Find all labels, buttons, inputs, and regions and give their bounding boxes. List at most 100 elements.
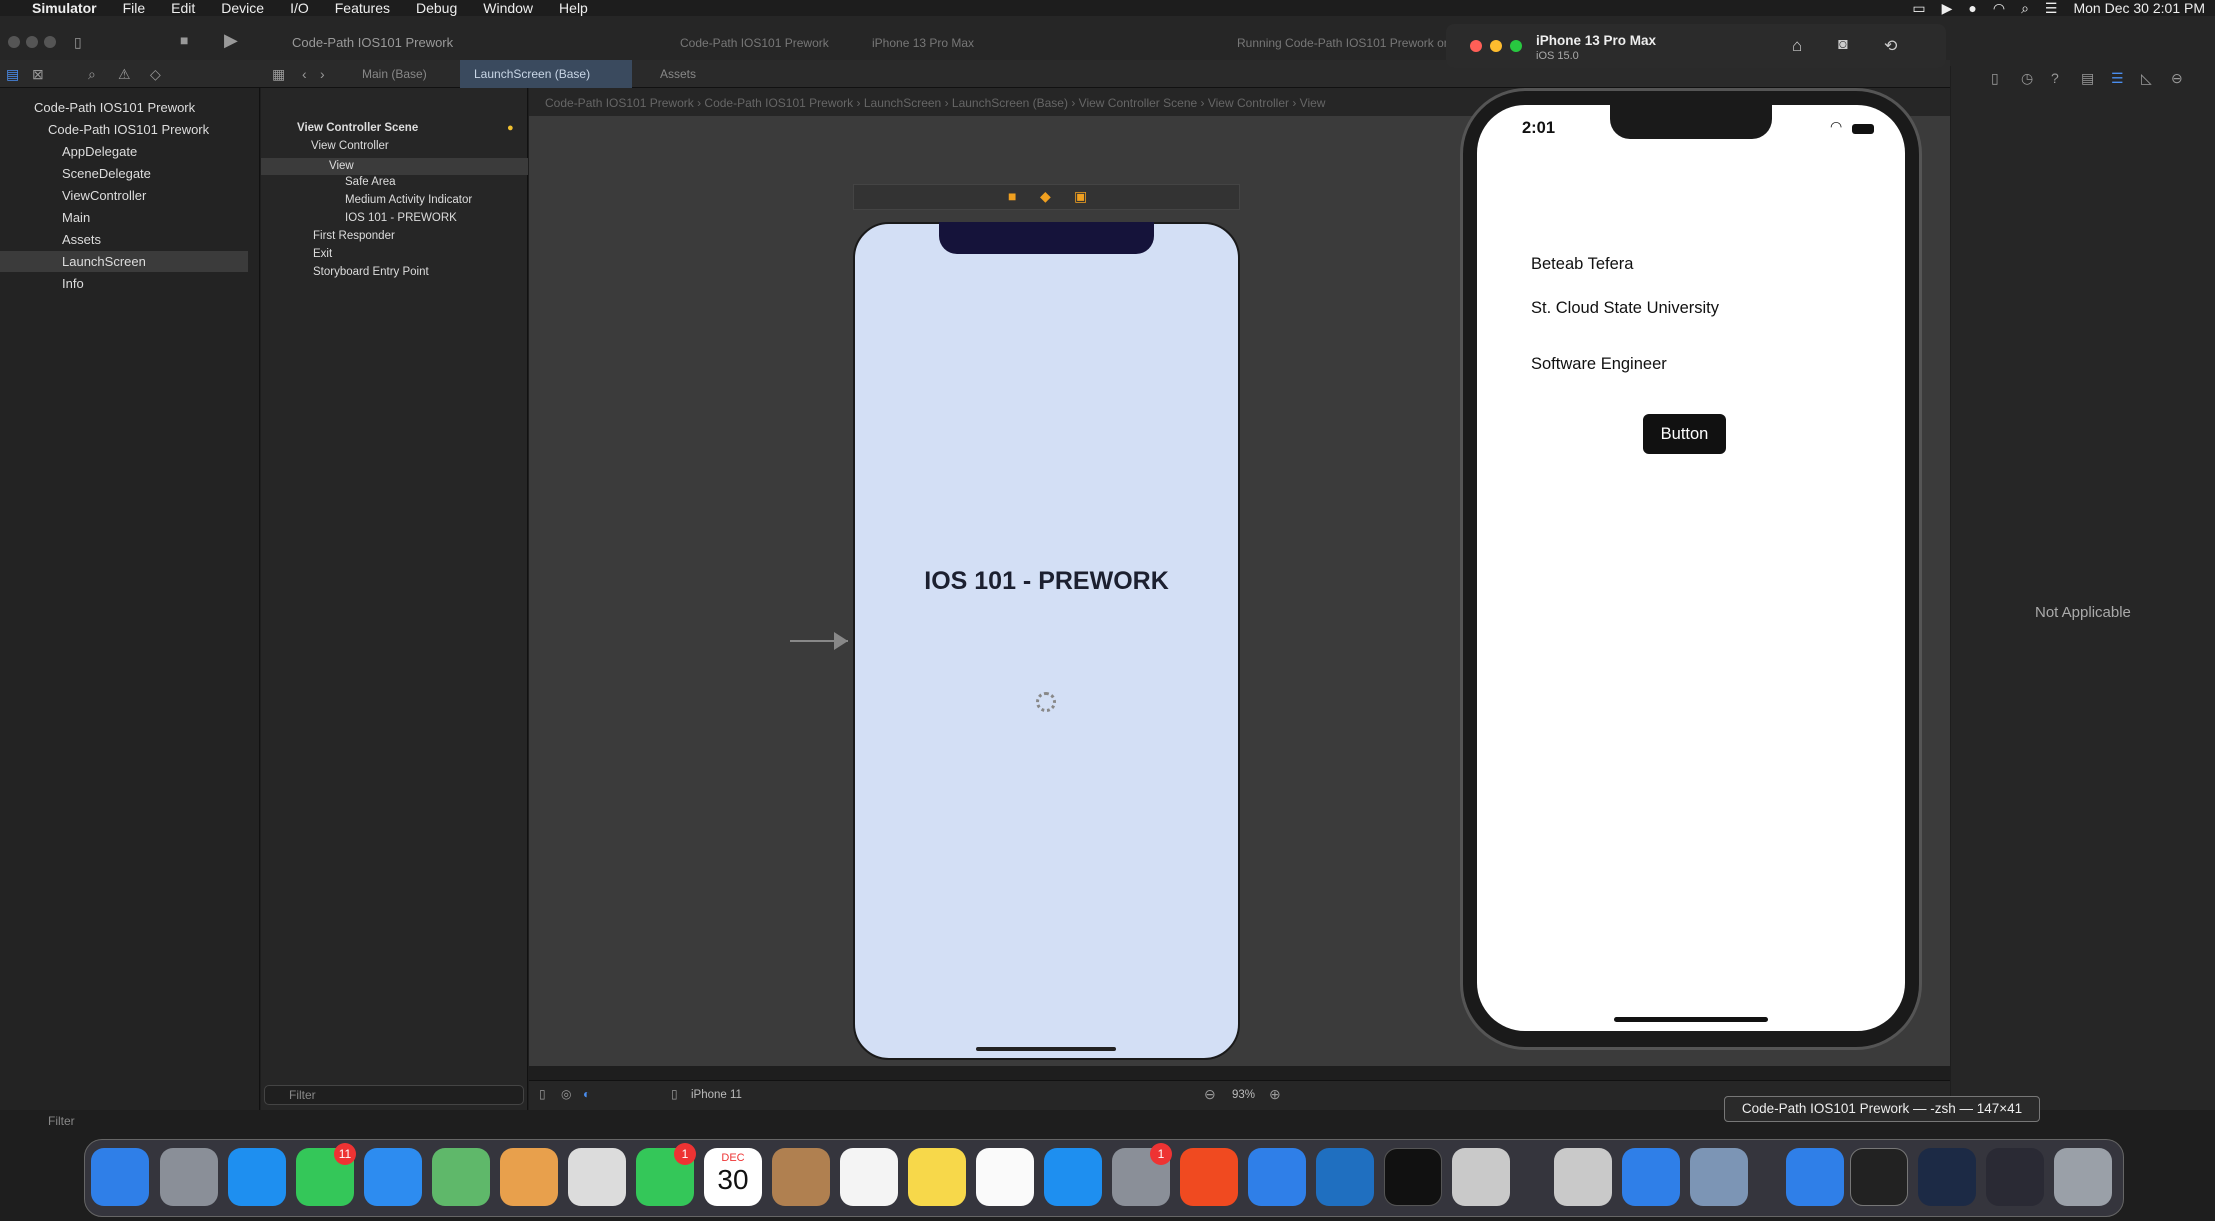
- zoom-out-icon[interactable]: ⊖: [1204, 1086, 1216, 1103]
- play-icon[interactable]: ▶: [1942, 0, 1953, 17]
- outline-safe-area[interactable]: Safe Area: [345, 176, 396, 188]
- search-icon[interactable]: ⌕: [2021, 0, 2029, 17]
- calendar-icon[interactable]: DEC 30: [704, 1148, 762, 1206]
- tab-main-base[interactable]: Main (Base): [348, 60, 441, 88]
- run-icon[interactable]: ▶: [224, 30, 238, 51]
- finder-icon[interactable]: [91, 1148, 149, 1206]
- first-responder-icon[interactable]: ◆: [1040, 188, 1051, 205]
- home-icon[interactable]: ⌂: [1792, 36, 1802, 56]
- user-icon[interactable]: ●: [1968, 0, 1976, 16]
- simulator-home-indicator[interactable]: [1614, 1017, 1768, 1022]
- notes-icon[interactable]: [908, 1148, 966, 1206]
- screenshot-icon[interactable]: ◙: [1838, 36, 1848, 54]
- jump-bar-item[interactable]: LaunchScreen (Base): [952, 96, 1068, 110]
- reminders-icon[interactable]: [840, 1148, 898, 1206]
- menu-file[interactable]: File: [123, 0, 146, 16]
- back-icon[interactable]: ‹: [302, 66, 307, 82]
- file-inspector-icon[interactable]: ▯: [1991, 70, 1999, 87]
- jump-bar-item[interactable]: View Controller Scene: [1079, 96, 1198, 110]
- navigator-filter-field[interactable]: Filter: [10, 1112, 250, 1132]
- menu-help[interactable]: Help: [559, 0, 588, 16]
- window-close-button[interactable]: [8, 36, 20, 48]
- app-store-icon[interactable]: [1044, 1148, 1102, 1206]
- grid-icon[interactable]: ▦: [272, 66, 285, 83]
- screen-mirroring-icon[interactable]: ▭: [1912, 0, 1925, 17]
- navigator-root-project[interactable]: Code-Path IOS101 Prework: [34, 100, 195, 115]
- sidebar-toggle-icon[interactable]: ▯: [74, 34, 82, 51]
- scheme-selector[interactable]: Code-Path IOS101 Prework: [680, 36, 829, 50]
- attributes-inspector-icon[interactable]: ☰: [2111, 70, 2124, 87]
- mail-icon[interactable]: [364, 1148, 422, 1206]
- activity-indicator-icon[interactable]: [1036, 692, 1056, 712]
- outline-first-responder[interactable]: First Responder: [313, 230, 395, 242]
- xcode-recent-icon[interactable]: [1786, 1148, 1844, 1206]
- simulator-minimize-button[interactable]: [1490, 40, 1502, 52]
- navigator-file-appdelegate[interactable]: AppDelegate: [62, 144, 137, 159]
- control-center-icon[interactable]: ☰: [2045, 0, 2058, 17]
- jump-bar-item[interactable]: View Controller: [1208, 96, 1289, 110]
- navigator-file-viewcontroller[interactable]: ViewController: [62, 188, 146, 203]
- menu-edit[interactable]: Edit: [171, 0, 195, 16]
- menu-app-name[interactable]: Simulator: [32, 0, 97, 16]
- photos-icon[interactable]: [500, 1148, 558, 1206]
- dark-mode-icon[interactable]: ◐: [583, 1087, 590, 1101]
- launchpad-icon[interactable]: [160, 1148, 218, 1206]
- instruments-icon[interactable]: [1622, 1148, 1680, 1206]
- project-navigator-icon[interactable]: ▤: [6, 66, 19, 83]
- identity-inspector-icon[interactable]: ▤: [2081, 70, 2094, 87]
- outline-title-label[interactable]: IOS 101 - PREWORK: [345, 212, 457, 224]
- navigator-file-scenedelegate[interactable]: SceneDelegate: [62, 166, 151, 181]
- zoom-in-icon[interactable]: ⊕: [1269, 1086, 1281, 1103]
- navigator-file-main[interactable]: Main: [62, 210, 90, 225]
- destination-selector[interactable]: iPhone 13 Pro Max: [872, 36, 974, 50]
- stop-icon[interactable]: ■: [180, 32, 188, 48]
- rotate-icon[interactable]: ⟲: [1884, 36, 1897, 56]
- menu-device[interactable]: Device: [221, 0, 264, 16]
- maps-icon[interactable]: [432, 1148, 490, 1206]
- outline-entry-point[interactable]: Storyboard Entry Point: [313, 266, 429, 278]
- device-icon[interactable]: ▯: [671, 1087, 678, 1101]
- menu-io[interactable]: I/O: [290, 0, 309, 16]
- jump-bar-item[interactable]: View: [1300, 96, 1326, 110]
- simulator-zoom-button[interactable]: [1510, 40, 1522, 52]
- forward-icon[interactable]: ›: [320, 66, 325, 82]
- navigator-file-assets[interactable]: Assets: [62, 232, 101, 247]
- menu-features[interactable]: Features: [335, 0, 390, 16]
- simulator-screen[interactable]: [1477, 105, 1905, 1031]
- xcode-window-thumbnail[interactable]: [1918, 1148, 1976, 1206]
- brave-icon[interactable]: [1180, 1148, 1238, 1206]
- jump-bar-item[interactable]: Code-Path IOS101 Prework: [704, 96, 853, 110]
- issue-navigator-icon[interactable]: ⚠: [118, 66, 131, 83]
- launch-title-label[interactable]: IOS 101 - PREWORK: [853, 567, 1240, 596]
- safari-icon[interactable]: [228, 1148, 286, 1206]
- system-utility-icon[interactable]: [1452, 1148, 1510, 1206]
- outline-toggle-icon[interactable]: ▯: [539, 1087, 546, 1101]
- news-icon[interactable]: [976, 1148, 1034, 1206]
- navigator-file-info[interactable]: Info: [62, 276, 84, 291]
- storyboard-launch-screen[interactable]: [853, 222, 1240, 1060]
- contacts-icon[interactable]: [772, 1148, 830, 1206]
- menu-window[interactable]: Window: [483, 0, 533, 16]
- trash-icon[interactable]: [2054, 1148, 2112, 1206]
- help-inspector-icon[interactable]: ?: [2051, 70, 2059, 86]
- terminal-window-thumbnail[interactable]: [1850, 1148, 1908, 1206]
- menubar-clock[interactable]: Mon Dec 30 2:01 PM: [2073, 0, 2205, 16]
- simulator-close-button[interactable]: [1470, 40, 1482, 52]
- outline-scene[interactable]: View Controller Scene: [297, 122, 418, 134]
- navigator-group[interactable]: Code-Path IOS101 Prework: [48, 122, 209, 137]
- jump-bar-item[interactable]: Code-Path IOS101 Prework: [545, 96, 694, 110]
- history-inspector-icon[interactable]: ◷: [2021, 70, 2033, 87]
- tab-launchscreen-base[interactable]: LaunchScreen (Base): [460, 60, 632, 88]
- simulator-dock-icon[interactable]: [1554, 1148, 1612, 1206]
- navigator-file-launchscreen[interactable]: LaunchScreen: [0, 251, 248, 272]
- size-inspector-icon[interactable]: ◺: [2141, 70, 2152, 87]
- appearance-icon[interactable]: ◎: [561, 1087, 571, 1101]
- preview-icon[interactable]: [1690, 1148, 1748, 1206]
- terminal-icon[interactable]: [1384, 1148, 1442, 1206]
- source-control-icon[interactable]: ⊠: [32, 66, 44, 83]
- outline-view-controller[interactable]: View Controller: [311, 140, 389, 152]
- jump-bar-item[interactable]: LaunchScreen: [864, 96, 941, 110]
- telegram-app-icon[interactable]: [568, 1148, 626, 1206]
- wifi-icon[interactable]: ◠: [1993, 0, 2005, 17]
- find-navigator-icon[interactable]: ⌕: [88, 66, 96, 83]
